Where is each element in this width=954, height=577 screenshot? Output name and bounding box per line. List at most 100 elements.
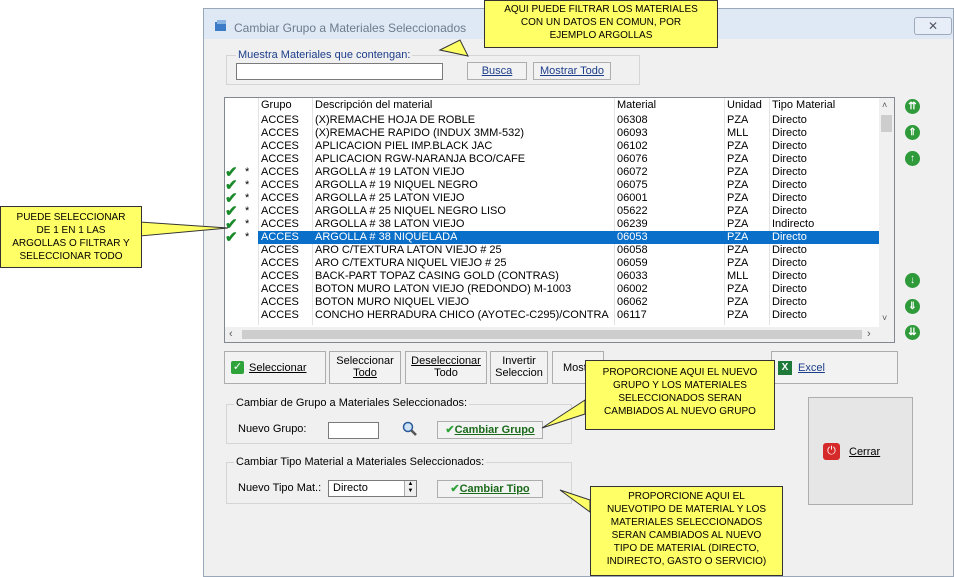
- spinner-arrows-icon[interactable]: ▲ ▼: [404, 481, 416, 496]
- window-title: Cambiar Grupo a Materiales Seleccionados: [234, 21, 467, 35]
- cell-unidad: PZA: [727, 166, 749, 178]
- callout-line: AQUI PUEDE FILTRAR LOS MATERIALES: [504, 4, 698, 15]
- invert-selection-button[interactable]: Invertir Seleccion: [490, 351, 548, 384]
- materials-grid[interactable]: Grupo Descripción del material Material …: [224, 97, 895, 343]
- cell-grupo: ACCES: [261, 166, 299, 178]
- show-all-button[interactable]: Mostrar Todo: [533, 62, 611, 80]
- select-label: Seleccionar: [249, 362, 307, 374]
- table-row[interactable]: ✔ * ACCES ARGOLLA # 19 NIQUEL NEGRO 06075 PZA…: [225, 177, 879, 194]
- col-header-tipo[interactable]: Tipo Material: [772, 99, 835, 112]
- cell-grupo: ACCES: [261, 192, 299, 204]
- cell-desc: APLICACION PIEL IMP.BLACK JAC: [315, 140, 493, 152]
- magnifier-icon[interactable]: [402, 421, 418, 437]
- scroll-left-icon[interactable]: ‹: [229, 328, 233, 340]
- cell-grupo: ACCES: [261, 309, 299, 321]
- change-type-label: Cambiar Tipo: [459, 483, 530, 495]
- table-row[interactable]: ACCES ARO C/TEXTURA LATON VIEJO # 25 06058…: [225, 244, 879, 257]
- cell-unidad: PZA: [727, 283, 749, 295]
- up-arrow-icon[interactable]: ↑: [905, 151, 920, 166]
- cell-unidad: MLL: [727, 127, 749, 139]
- cell-grupo: ACCES: [261, 153, 299, 165]
- deselect-all-button[interactable]: Deseleccionar Todo: [405, 351, 487, 384]
- table-row[interactable]: ACCES APLICACION RGW-NARANJA BCO/CAFE 0607…: [225, 153, 879, 166]
- callout-group: PROPORCIONE AQUI EL NUEVO GRUPO Y LOS MA…: [585, 360, 775, 430]
- group-section-title: Cambiar de Grupo a Materiales Selecciona…: [234, 397, 470, 409]
- cell-tipo: Directo: [772, 127, 807, 139]
- cell-grupo: ACCES: [261, 257, 299, 269]
- row-mark: *: [245, 192, 250, 204]
- cell-unidad: PZA: [727, 231, 749, 243]
- checkmark-icon: ✔: [450, 483, 460, 495]
- cell-material: 05622: [617, 205, 648, 217]
- new-group-input[interactable]: [328, 422, 379, 439]
- scroll-up-icon[interactable]: ˄: [882, 100, 887, 110]
- cell-grupo: ACCES: [261, 179, 299, 191]
- col-header-descripcion[interactable]: Descripción del material: [315, 99, 432, 112]
- close-icon[interactable]: ✕: [914, 17, 952, 35]
- cell-grupo: ACCES: [261, 205, 299, 217]
- change-group-button[interactable]: ✔Cambiar Grupo: [437, 421, 543, 439]
- table-row[interactable]: ACCES BOTON MURO NIQUEL VIEJO 06062 PZA Dire…: [225, 296, 879, 309]
- table-row[interactable]: ACCES BOTON MURO LATON VIEJO (REDONDO) M-…: [225, 283, 879, 296]
- scroll-right-icon[interactable]: ›: [867, 328, 871, 340]
- cell-grupo: ACCES: [261, 114, 299, 126]
- callout-line: PUEDE SELECCIONAR: [16, 212, 126, 223]
- col-header-material[interactable]: Material: [617, 99, 656, 112]
- cell-unidad: PZA: [727, 192, 749, 204]
- cell-material: 06058: [617, 244, 648, 256]
- filter-input[interactable]: [236, 63, 443, 80]
- row-mark: *: [245, 218, 250, 230]
- select-button[interactable]: ✓ Seleccionar: [224, 351, 326, 384]
- table-row[interactable]: ACCES ARO C/TEXTURA NIQUEL VIEJO # 25 0605…: [225, 257, 879, 270]
- cell-unidad: PZA: [727, 114, 749, 126]
- cell-material: 06093: [617, 127, 648, 139]
- scroll-down-icon[interactable]: ˅: [882, 313, 887, 323]
- page-down-arrow-icon[interactable]: ⇓: [905, 299, 920, 314]
- vertical-scrollbar[interactable]: ˄ ˅: [879, 98, 894, 327]
- callout-line: SELECCIONADOS SERAN: [618, 393, 742, 404]
- cell-material: 06076: [617, 153, 648, 165]
- scroll-thumb[interactable]: [881, 115, 892, 132]
- new-type-spinner[interactable]: Directo ▲ ▼: [328, 480, 417, 497]
- cell-tipo: Directo: [772, 205, 807, 217]
- cell-unidad: PZA: [727, 179, 749, 191]
- cell-grupo: ACCES: [261, 231, 299, 243]
- move-top-arrow-icon[interactable]: ⇈: [905, 99, 920, 114]
- cell-tipo: Directo: [772, 153, 807, 165]
- down-arrow-icon[interactable]: ↓: [905, 273, 920, 288]
- table-row[interactable]: ✔ * ACCES ARGOLLA # 19 LATON VIEJO 06072 PZA D…: [225, 164, 879, 181]
- filter-label: Muestra Materiales que contengan:: [236, 49, 413, 61]
- cell-tipo: Directo: [772, 166, 807, 178]
- search-button[interactable]: Busca: [467, 62, 527, 80]
- excel-button[interactable]: X Excel: [771, 351, 898, 384]
- close-button[interactable]: ⏻ Cerrar: [808, 397, 913, 505]
- select-all-button[interactable]: Seleccionar Todo: [329, 351, 401, 384]
- cell-grupo: ACCES: [261, 283, 299, 295]
- table-row[interactable]: ACCES (X)REMACHE HOJA DE ROBLE 06308 PZA Dir…: [225, 114, 879, 127]
- cell-grupo: ACCES: [261, 127, 299, 139]
- checkmark-icon: ✔: [445, 424, 455, 436]
- table-row[interactable]: ✔ * ACCES ARGOLLA # 38 LATON VIEJO 06239 PZA I…: [225, 216, 879, 233]
- table-row[interactable]: ACCES BACK-PART TOPAZ CASING GOLD (CONTRA…: [225, 270, 879, 283]
- callout-line: EJEMPLO ARGOLLAS: [549, 30, 653, 41]
- table-row[interactable]: ✔ * ACCES ARGOLLA # 25 NIQUEL NEGRO LISO 056…: [225, 203, 879, 220]
- table-row[interactable]: ✔ * ACCES ARGOLLA # 25 LATON VIEJO 06001 PZA D…: [225, 190, 879, 207]
- col-header-unidad[interactable]: Unidad: [727, 99, 762, 112]
- col-header-grupo[interactable]: Grupo: [261, 99, 292, 112]
- cell-grupo: ACCES: [261, 218, 299, 230]
- change-type-button[interactable]: ✔Cambiar Tipo: [437, 480, 543, 498]
- table-row[interactable]: ACCES APLICACION PIEL IMP.BLACK JAC 06102 P…: [225, 140, 879, 153]
- move-bottom-arrow-icon[interactable]: ⇊: [905, 325, 920, 340]
- checkmark-icon: ✓: [231, 361, 244, 374]
- cell-material: 06117: [617, 309, 647, 321]
- new-group-label: Nuevo Grupo:: [238, 423, 307, 435]
- cell-material: 06239: [617, 218, 648, 230]
- hscroll-thumb[interactable]: [242, 330, 862, 339]
- table-row[interactable]: ACCES CONCHO HERRADURA CHICO (AYOTEC-C295…: [225, 309, 879, 322]
- page-up-arrow-icon[interactable]: ⇑: [905, 125, 920, 140]
- cell-desc: (X)REMACHE RAPIDO (INDUX 3MM-532): [315, 127, 525, 139]
- table-row[interactable]: ACCES (X)REMACHE RAPIDO (INDUX 3MM-532) 06…: [225, 127, 879, 140]
- show-all-label: Mostrar Todo: [540, 65, 604, 77]
- horizontal-scrollbar[interactable]: ‹ ›: [225, 327, 894, 342]
- table-row[interactable]: ✔ * ACCES ARGOLLA # 38 NIQUELADA 06053 PZA Dir…: [225, 229, 879, 246]
